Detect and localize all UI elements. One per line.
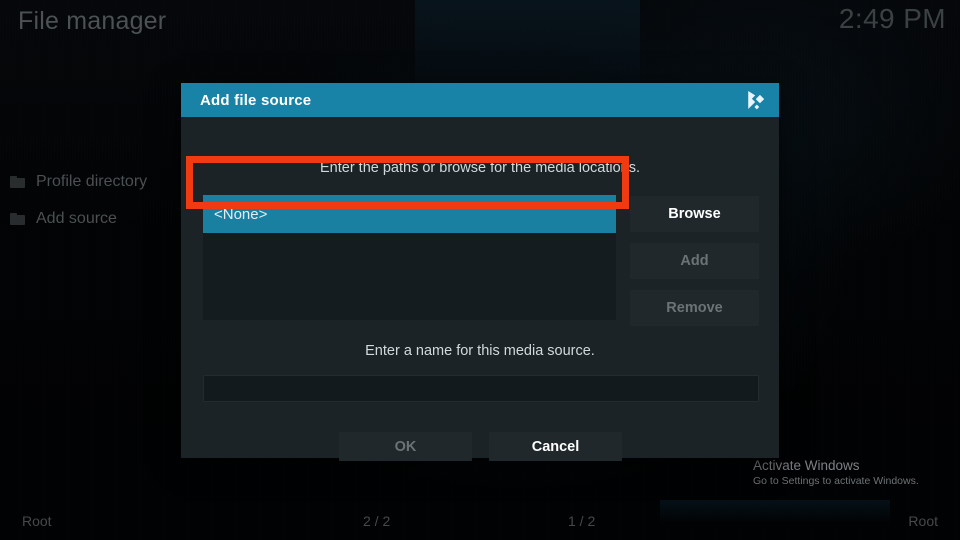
list-item-label: Add source — [36, 209, 117, 227]
list-item[interactable]: Profile directory — [0, 163, 180, 200]
folder-icon — [10, 212, 25, 225]
window-header: File manager 2:49 PM — [0, 0, 960, 52]
dialog-title: Add file source — [200, 91, 312, 109]
paths-caption: Enter the paths or browse for the media … — [320, 160, 640, 176]
browse-button[interactable]: Browse — [630, 196, 759, 232]
source-name-input[interactable] — [203, 375, 759, 402]
page-title: File manager — [18, 7, 167, 35]
dialog-body: Enter the paths or browse for the media … — [181, 117, 779, 461]
activation-title: Activate Windows — [753, 458, 860, 473]
activation-subtitle: Go to Settings to activate Windows. — [753, 475, 919, 487]
file-list-left-panel: Profile directory Add source — [0, 163, 180, 237]
list-item[interactable]: Add source — [0, 200, 180, 237]
folder-icon — [10, 175, 25, 188]
add-file-source-dialog: Add file source Enter the paths or brows… — [181, 83, 779, 461]
path-list[interactable]: <None> — [203, 195, 616, 320]
windows-activation-watermark: Activate Windows Go to Settings to activ… — [753, 457, 953, 488]
path-list-item-label: <None> — [214, 205, 268, 223]
status-left-count: 2 / 2 — [363, 513, 391, 529]
remove-button[interactable]: Remove — [630, 290, 759, 326]
status-bar: Root 2 / 2 1 / 2 Root — [0, 502, 960, 540]
status-left-path: Root — [22, 513, 52, 529]
kodi-logo-icon — [744, 89, 766, 111]
path-list-item-selected[interactable]: <None> — [203, 195, 616, 233]
clock: 2:49 PM — [838, 3, 946, 34]
status-right-count: 1 / 2 — [568, 513, 596, 529]
name-caption: Enter a name for this media source. — [365, 343, 595, 359]
status-right-path: Root — [908, 513, 938, 529]
list-item-label: Profile directory — [36, 172, 148, 190]
ok-button[interactable]: OK — [339, 432, 472, 461]
add-button[interactable]: Add — [630, 243, 759, 279]
cancel-button[interactable]: Cancel — [489, 432, 622, 461]
dialog-titlebar: Add file source — [181, 83, 779, 117]
